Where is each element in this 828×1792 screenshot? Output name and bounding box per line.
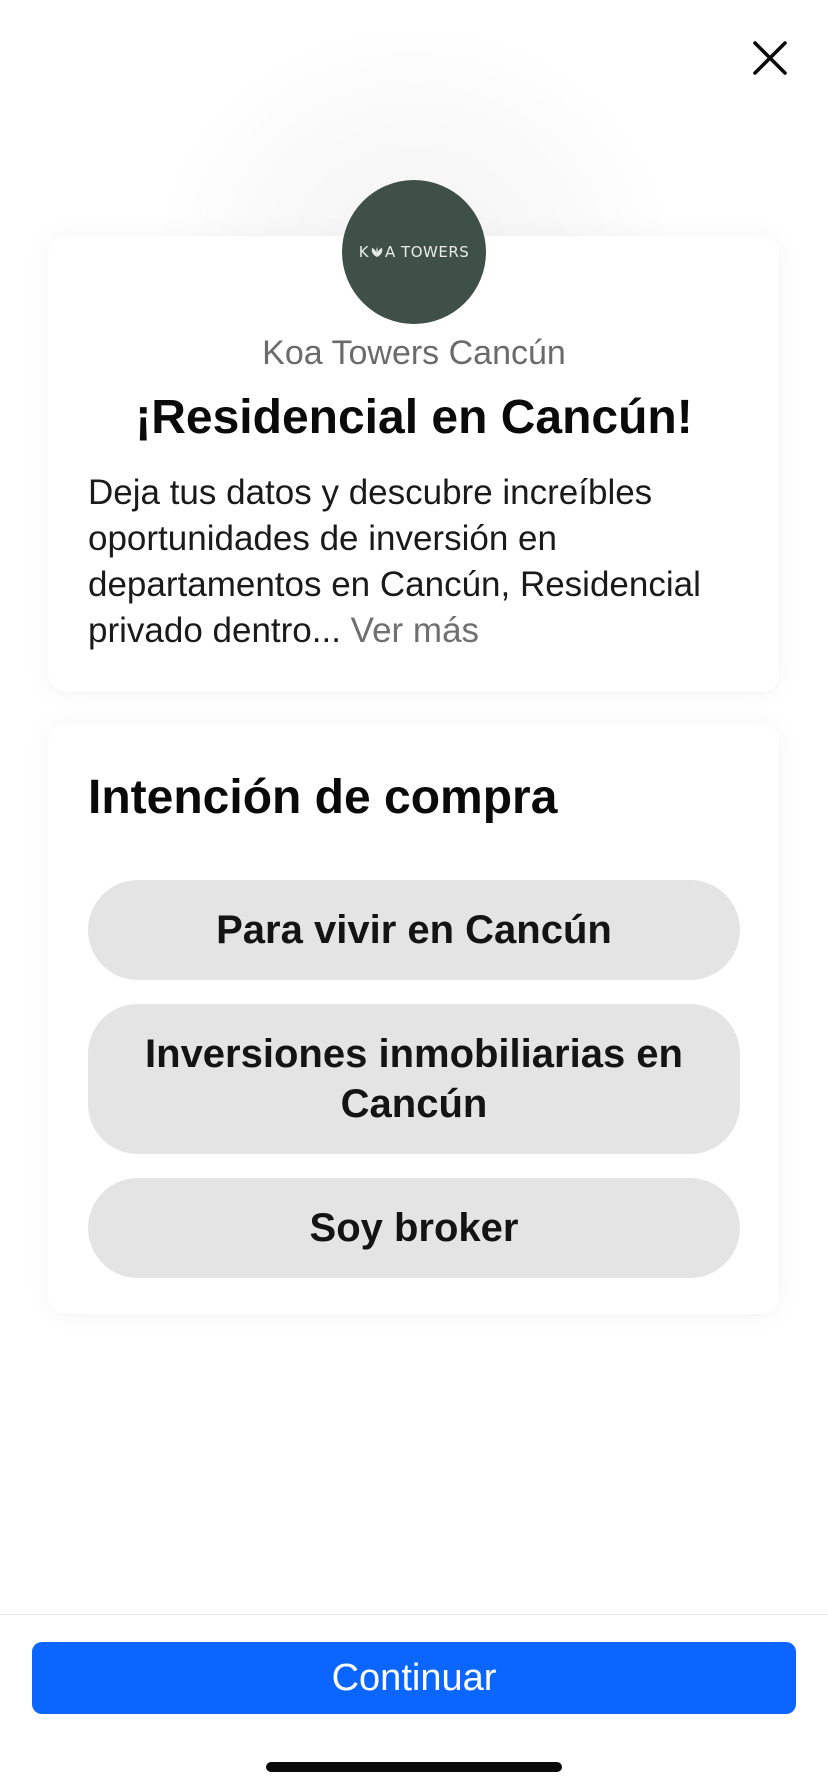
advertiser-logo: K A TOWERS <box>342 180 486 324</box>
home-indicator <box>266 1762 562 1772</box>
option-inversiones[interactable]: Inversiones inmobiliarias en Cancún <box>88 1004 740 1154</box>
form-description: Deja tus datos y descubre increíbles opo… <box>88 470 748 654</box>
logo-wordmark-rest: A TOWERS <box>385 243 470 261</box>
leaf-icon <box>371 247 383 257</box>
question-title: Intención de compra <box>88 771 558 824</box>
option-soy-broker[interactable]: Soy broker <box>88 1178 740 1278</box>
see-more-link[interactable]: Ver más <box>351 611 479 650</box>
advertiser-name: Koa Towers Cancún <box>262 334 566 372</box>
close-icon <box>753 41 787 75</box>
logo-wordmark: K A TOWERS <box>359 243 470 261</box>
continue-button[interactable]: Continuar <box>32 1642 796 1714</box>
footer-divider <box>0 1614 828 1615</box>
option-para-vivir[interactable]: Para vivir en Cancún <box>88 880 740 980</box>
logo-letter-k: K <box>358 243 370 261</box>
form-headline: ¡Residencial en Cancún! <box>135 391 693 444</box>
close-button[interactable] <box>744 32 796 84</box>
